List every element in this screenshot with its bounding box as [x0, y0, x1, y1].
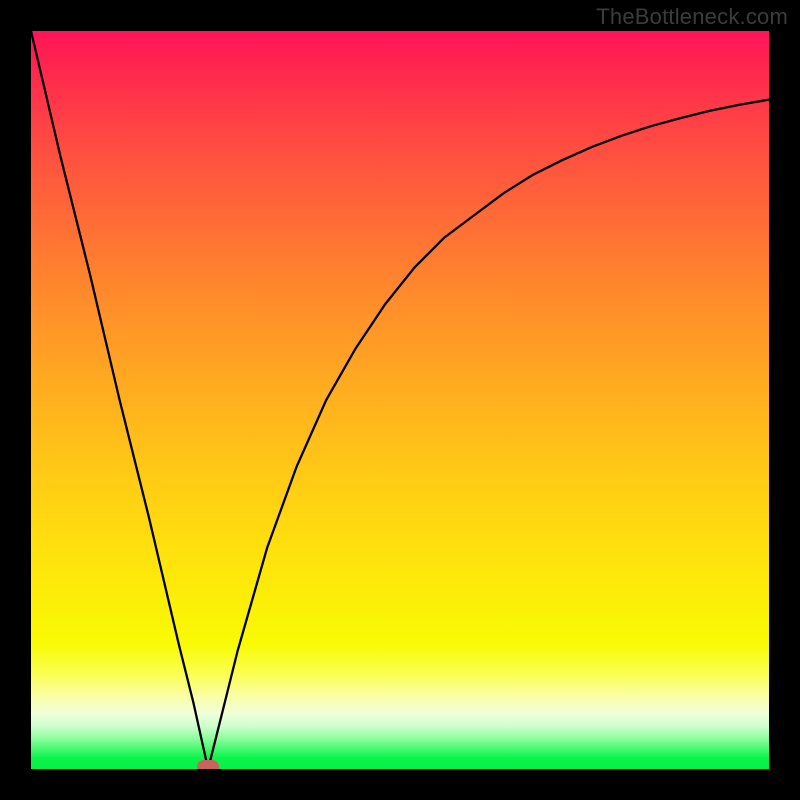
optimal-marker — [197, 760, 219, 769]
bottleneck-curve — [31, 31, 769, 769]
watermark-text: TheBottleneck.com — [596, 4, 788, 30]
plot-area — [31, 31, 769, 769]
curve-layer — [31, 31, 769, 769]
